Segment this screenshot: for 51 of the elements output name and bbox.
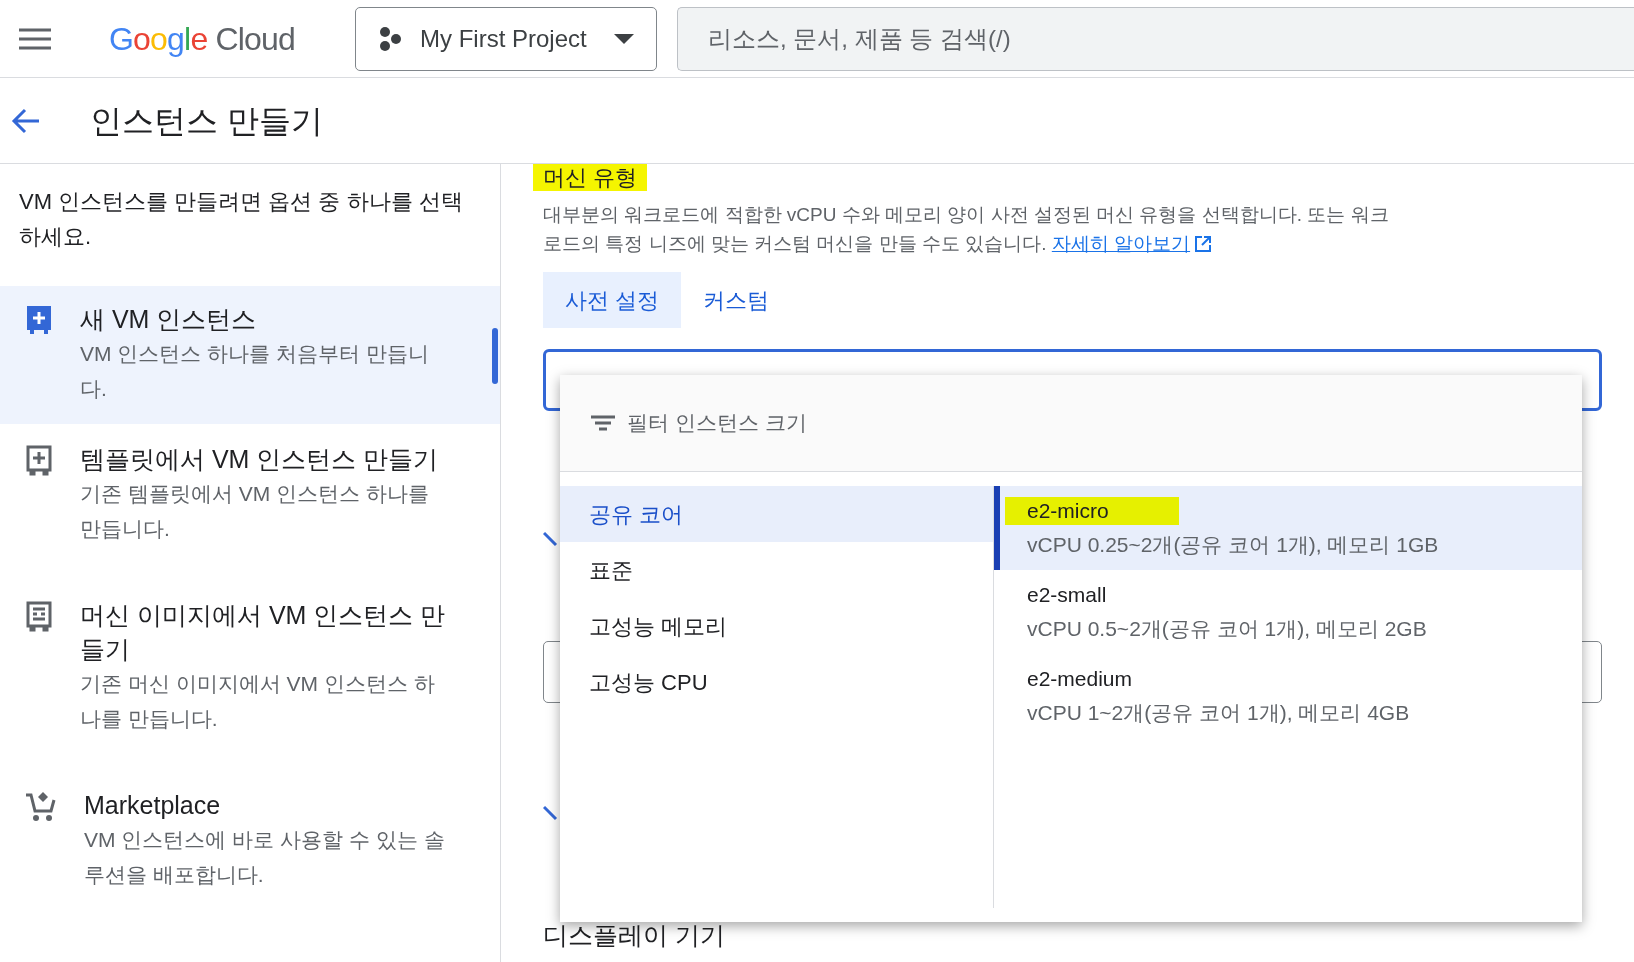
tab[interactable]: 사전 설정 (543, 272, 682, 328)
machine-type-spec: vCPU 1~2개(공유 코어 1개), 메모리 4GB (1027, 700, 1411, 726)
section-title: 머신 유형 (533, 164, 648, 191)
back-arrow-icon[interactable] (11, 107, 41, 134)
page-title: 인스턴스 만들기 (90, 101, 323, 141)
machine-type-option[interactable]: e2-micro vCPU 0.25~2개(공유 코어 1개), 메모리 1GB (994, 486, 1582, 570)
create-option[interactable]: 새 VM 인스턴스 VM 인스턴스 하나를 처음부터 만듭니다. (0, 286, 500, 424)
search-field[interactable]: 리소스, 문서, 제품 등 검색(/) (677, 6, 1634, 71)
plus-box-icon (24, 304, 54, 336)
section-title: 디스플레이 기기 (543, 920, 726, 951)
learn-more-link[interactable]: 자세히 알아보기 (1051, 229, 1213, 258)
machine-type-option[interactable]: e2-small vCPU 0.5~2개(공유 코어 1개), 메모리 2GB (994, 570, 1582, 654)
family-option[interactable]: 표준 (560, 542, 993, 598)
section-description: 대부분의 워크로드에 적합한 vCPU 수와 메모리 양이 사전 설정된 머신 유형을 선택합니다. 또는 워크로드의 특정 니즈에 맞는 커스텀 머신을 만들 수도 있습니다. 자세히 알아보기 (543, 200, 1393, 258)
plus-box-icon (24, 444, 54, 476)
create-option[interactable]: 템플릿에서 VM 인스턴스 만들기 기존 템플릿에서 VM 인스턴스 하나를 만듭니다. (0, 424, 500, 580)
option-title: Marketplace (84, 790, 222, 821)
selection-bar (492, 328, 498, 384)
filter-bar[interactable]: 필터 인스턴스 크기 (560, 375, 1582, 472)
family-option[interactable]: 고성능 메모리 (560, 598, 993, 654)
option-description: 기존 템플릿에서 VM 인스턴스 하나를 만듭니다. (80, 481, 430, 542)
sidebar-intro: VM 인스턴스를 만들려면 옵션 중 하나를 선택하세요. (18, 188, 464, 251)
server-icon (24, 600, 54, 632)
option-description: VM 인스턴스에 바로 사용할 수 있는 솔루션을 배포합니다. (84, 827, 446, 888)
option-title: 머신 이미지에서 VM 인스턴스 만들기 (80, 600, 447, 665)
chevron-icon (543, 531, 559, 547)
create-option[interactable]: 머신 이미지에서 VM 인스턴스 만들기 기존 머신 이미지에서 VM 인스턴스 하나를 만듭니다. (0, 580, 500, 770)
tab[interactable]: 커스텀 (681, 272, 792, 328)
family-option[interactable]: 고성능 CPU (560, 654, 993, 710)
machine-type-spec: vCPU 0.25~2개(공유 코어 1개), 메모리 1GB (1027, 532, 1440, 558)
caret-icon (614, 33, 635, 44)
filter-field[interactable]: 필터 인스턴스 크기 (627, 407, 1582, 439)
option-title: 새 VM 인스턴스 (80, 304, 258, 335)
create-option[interactable]: Marketplace VM 인스턴스에 바로 사용할 수 있는 솔루션을 배포합니다. (0, 770, 500, 926)
chevron-icon (543, 805, 559, 821)
machine-type-option[interactable]: e2-medium vCPU 1~2개(공유 코어 1개), 메모리 4GB (994, 654, 1582, 738)
filter-icon (591, 415, 615, 431)
logo-text[interactable]: Google (109, 14, 208, 63)
machine-type-name: e2-medium (1026, 666, 1134, 692)
machine-type-name: e2-small (1026, 582, 1108, 608)
option-description: 기존 머신 이미지에서 VM 인스턴스 하나를 만듭니다. (80, 671, 436, 732)
family-option[interactable]: 공유 코어 (560, 486, 993, 542)
option-description: VM 인스턴스 하나를 처음부터 만듭니다. (80, 341, 430, 402)
option-title: 템플릿에서 VM 인스턴스 만들기 (80, 444, 440, 475)
project-selector[interactable]: My First Project (355, 6, 658, 71)
machine-type-spec: vCPU 0.5~2개(공유 코어 1개), 메모리 2GB (1027, 616, 1428, 642)
external-link-icon (1194, 234, 1213, 253)
machine-type-name: e2-micro (1005, 497, 1179, 525)
menu-icon[interactable] (19, 27, 51, 50)
cart-icon (24, 790, 58, 824)
logo-text[interactable]: Cloud (215, 14, 296, 63)
